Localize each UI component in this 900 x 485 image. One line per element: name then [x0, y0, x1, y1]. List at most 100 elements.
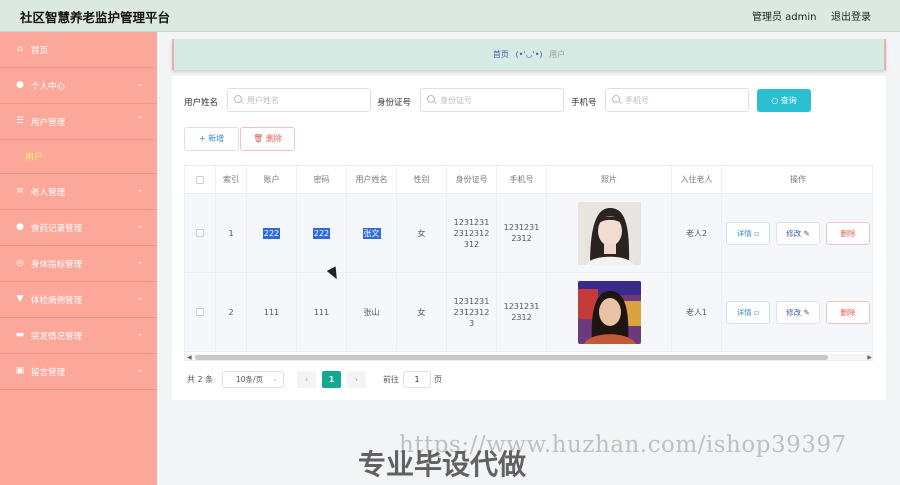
chevron-down-icon: ⌄	[136, 365, 143, 374]
phone-line: 2312	[511, 313, 532, 322]
sidebar-item-label: 老人管理	[31, 188, 66, 198]
breadcrumb: 首页 (•'◡'•) 用户	[172, 39, 886, 70]
sidebar-item-food-medicine[interactable]: ● 食药记录管理 ⌄	[0, 210, 157, 246]
search-icon: ○	[771, 96, 781, 105]
page-size-value: 10条/页	[236, 375, 264, 384]
delete-row-button[interactable]: 删除	[826, 300, 870, 324]
cell-photo	[547, 273, 672, 351]
id-search-input[interactable]	[440, 93, 560, 108]
detail-label: 详情	[736, 228, 752, 238]
sidebar-item-messages[interactable]: ▣ 留言管理 ⌄	[0, 354, 157, 390]
sidebar-item-elder-management[interactable]: ≡ 老人管理 ⌄	[0, 174, 157, 210]
goto-label: 前往	[383, 375, 399, 384]
chevron-down-icon: ⌄	[272, 375, 278, 383]
sidebar-item-label: 体检病例管理	[31, 296, 83, 306]
name-label: 用户姓名	[184, 98, 219, 108]
breadcrumb-emoticon: (•'◡'•)	[515, 50, 543, 59]
select-all-checkbox[interactable]	[196, 175, 204, 184]
detail-button[interactable]: 详情 ▫	[726, 300, 770, 324]
detail-button[interactable]: 详情 ▫	[726, 221, 770, 245]
id-line: 2312312	[453, 307, 490, 317]
delete-label: 删除	[840, 228, 856, 238]
horizontal-scrollbar[interactable]: ◀ ▶	[185, 354, 872, 360]
plus-icon: +	[198, 134, 209, 143]
batch-delete-button[interactable]: 🗑 删除	[240, 127, 295, 151]
clipboard-icon: ▣	[15, 366, 25, 376]
scroll-left-icon[interactable]: ◀	[187, 354, 192, 360]
page-size-select[interactable]: 10条/页 ⌄	[222, 371, 284, 388]
briefcase-icon: ▬	[15, 330, 25, 340]
pagination-total: 共 2 条	[187, 375, 214, 384]
delete-button-label: 删除	[265, 134, 282, 143]
chevron-down-icon: ⌄	[136, 185, 143, 194]
name-search-input[interactable]	[247, 93, 367, 108]
cell-elder: 老人2	[672, 194, 722, 272]
page-number[interactable]: 1	[322, 371, 341, 388]
globe-icon: ◎	[16, 258, 24, 268]
id-search-field[interactable]	[420, 88, 564, 112]
cell-password-text: 222	[312, 227, 331, 239]
user-photo	[577, 201, 641, 265]
header-account: 账户	[247, 166, 297, 193]
sidebar-item-label: 留言管理	[31, 368, 66, 378]
dashboard-icon: ▼	[16, 294, 24, 304]
cell-id-number: 1231231 2312312 3	[447, 273, 497, 351]
sidebar-item-home[interactable]: ⌂ 首页	[0, 32, 157, 68]
scrollbar-thumb[interactable]	[195, 355, 828, 360]
search-button[interactable]: ○ 查询	[757, 89, 811, 112]
user-photo	[577, 280, 641, 344]
header-phone: 手机号	[497, 166, 547, 193]
id-line: 1231231	[453, 296, 490, 306]
phone-search-field[interactable]	[605, 88, 749, 112]
sidebar-item-body-metrics[interactable]: ◎ 身体指标管理 ⌄	[0, 246, 157, 282]
sidebar-item-label: 食药记录管理	[31, 224, 83, 234]
goto-page-input[interactable]: 1	[403, 371, 431, 388]
header-index: 索引	[216, 166, 247, 193]
search-button-label: 查询	[780, 96, 797, 105]
next-page-button[interactable]: ›	[347, 371, 366, 388]
cell-operations: 详情 ▫ 修改 ✎ 删除	[722, 194, 872, 272]
chevron-down-icon: ⌄	[136, 257, 143, 266]
sliders-icon: ☰	[15, 116, 25, 126]
sidebar-item-personal-center[interactable]: ● 个人中心 ⌄	[0, 68, 157, 104]
add-button[interactable]: + 新增	[184, 127, 239, 151]
page-suffix: 页	[434, 375, 442, 384]
name-search-field[interactable]	[227, 88, 371, 112]
sidebar-item-emergencies[interactable]: ▬ 突发情况管理 ⌄	[0, 318, 157, 354]
id-line: 1231231	[453, 217, 490, 227]
document-icon: ▫	[754, 307, 760, 317]
chevron-down-icon: ⌄	[136, 293, 143, 302]
edit-button[interactable]: 修改 ✎	[776, 221, 820, 245]
prev-page-button[interactable]: ‹	[297, 371, 316, 388]
breadcrumb-current: 用户	[549, 50, 566, 59]
chevron-down-icon: ⌄	[136, 79, 143, 88]
user-table: 索引 账户 密码 用户姓名 性别 身份证号 手机号 照片 入住老人 操作 1 2…	[184, 165, 873, 361]
cell-id-number: 1231231 2312312 312	[447, 194, 497, 272]
delete-row-button[interactable]: 删除	[826, 221, 870, 245]
row-checkbox[interactable]	[196, 229, 204, 237]
delete-label: 删除	[840, 307, 856, 317]
sidebar-item-user-management[interactable]: ☰ 用户管理 ⌃	[0, 104, 157, 140]
cell-index: 1	[216, 194, 247, 272]
cell-gender: 女	[397, 273, 447, 351]
phone-line: 1231231	[503, 223, 540, 232]
edit-button[interactable]: 修改 ✎	[776, 300, 820, 324]
sidebar-subitem-users[interactable]: 用户	[0, 140, 157, 174]
phone-line: 2312	[511, 234, 532, 243]
logout-link[interactable]: 退出登录	[831, 8, 871, 23]
breadcrumb-home[interactable]: 首页	[493, 50, 509, 59]
sidebar-item-checkup-cases[interactable]: ▼ 体检病例管理 ⌄	[0, 282, 157, 318]
row-checkbox-cell	[185, 273, 216, 351]
chevron-down-icon: ⌄	[136, 221, 143, 230]
phone-search-input[interactable]	[625, 93, 745, 108]
header-id-number: 身份证号	[447, 166, 497, 193]
cell-account-text: 222	[262, 227, 281, 239]
row-checkbox[interactable]	[196, 308, 204, 316]
pencil-icon: ✎	[803, 228, 810, 238]
header-elder: 入住老人	[672, 166, 722, 193]
top-header: 社区智慧养老监护管理平台 管理员 admin 退出登录	[0, 0, 900, 32]
table-row: 1 222 222 张文 女 1231231 2312312 312 12312…	[185, 194, 872, 273]
scroll-right-icon[interactable]: ▶	[867, 354, 872, 360]
edit-label: 修改	[786, 307, 802, 317]
sidebar-item-label: 首页	[31, 46, 49, 56]
